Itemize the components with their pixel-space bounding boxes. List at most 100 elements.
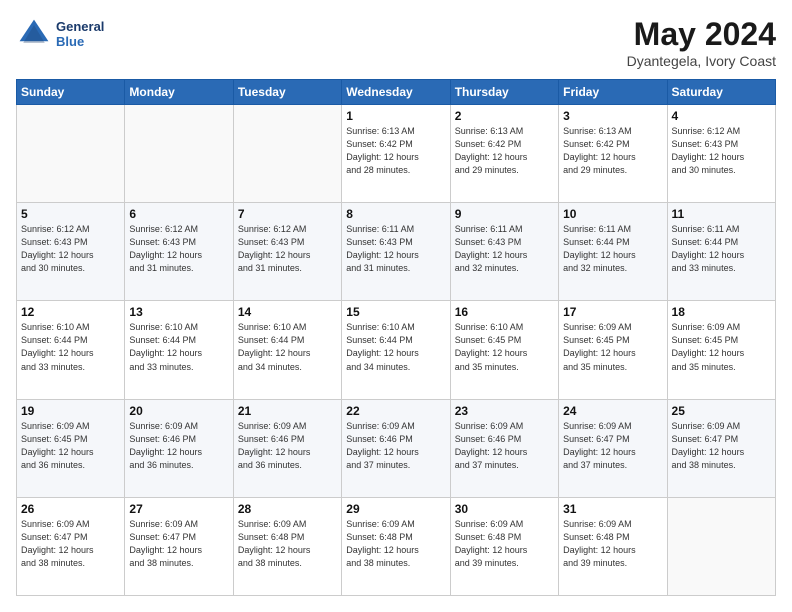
day-info: Sunrise: 6:12 AM Sunset: 6:43 PM Dayligh… <box>238 223 337 275</box>
table-row: 3 Sunrise: 6:13 AM Sunset: 6:42 PM Daylig… <box>559 105 667 203</box>
table-row: 4Sunrise: 6:12 AM Sunset: 6:43 PM Daylig… <box>667 105 775 203</box>
table-row: 22 Sunrise: 6:09 AM Sunset: 6:46 PM Dayli… <box>342 399 450 497</box>
table-row: 14Sunrise: 6:10 AM Sunset: 6:44 PM Dayli… <box>233 301 341 399</box>
day-number: 22 <box>346 404 445 418</box>
day-number: 1 <box>346 109 445 123</box>
day-info: Sunrise: 6:13 AM Sunset: 6:42 PM Dayligh… <box>346 125 445 177</box>
location: Dyantegela, Ivory Coast <box>627 53 776 69</box>
table-row: 31Sunrise: 6:09 AM Sunset: 6:48 PM Dayli… <box>559 497 667 595</box>
day-number: 31 <box>563 502 662 516</box>
day-info: Sunrise: 6:09 AM Sunset: 6:46 PM Dayligh… <box>455 420 554 472</box>
day-info: Sunrise: 6:12 AM Sunset: 6:43 PM Dayligh… <box>129 223 228 275</box>
day-number: 15 <box>346 305 445 319</box>
day-number: 29 <box>346 502 445 516</box>
day-info: Sunrise: 6:09 AM Sunset: 6:47 PM Dayligh… <box>672 420 771 472</box>
day-info: Sunrise: 6:10 AM Sunset: 6:44 PM Dayligh… <box>129 321 228 373</box>
table-row: 7Sunrise: 6:12 AM Sunset: 6:43 PM Daylig… <box>233 203 341 301</box>
day-number: 10 <box>563 207 662 221</box>
calendar-week-row: 19Sunrise: 6:09 AM Sunset: 6:45 PM Dayli… <box>17 399 776 497</box>
day-info: Sunrise: 6:09 AM Sunset: 6:47 PM Dayligh… <box>129 518 228 570</box>
day-info: Sunrise: 6:09 AM Sunset: 6:46 PM Dayligh… <box>129 420 228 472</box>
header: General Blue May 2024 Dyantegela, Ivory … <box>16 16 776 69</box>
calendar-week-row: 1 Sunrise: 6:13 AM Sunset: 6:42 PM Daylig… <box>17 105 776 203</box>
col-tuesday: Tuesday <box>233 80 341 105</box>
day-number: 23 <box>455 404 554 418</box>
day-info: Sunrise: 6:13 AM Sunset: 6:42 PM Dayligh… <box>563 125 662 177</box>
table-row: 5Sunrise: 6:12 AM Sunset: 6:43 PM Daylig… <box>17 203 125 301</box>
table-row <box>233 105 341 203</box>
col-monday: Monday <box>125 80 233 105</box>
day-info: Sunrise: 6:11 AM Sunset: 6:43 PM Dayligh… <box>455 223 554 275</box>
day-info: Sunrise: 6:11 AM Sunset: 6:44 PM Dayligh… <box>672 223 771 275</box>
table-row: 30 Sunrise: 6:09 AM Sunset: 6:48 PM Dayli… <box>450 497 558 595</box>
table-row: 11Sunrise: 6:11 AM Sunset: 6:44 PM Dayli… <box>667 203 775 301</box>
day-number: 3 <box>563 109 662 123</box>
day-info: Sunrise: 6:10 AM Sunset: 6:44 PM Dayligh… <box>21 321 120 373</box>
logo-icon <box>16 16 52 52</box>
table-row: 20Sunrise: 6:09 AM Sunset: 6:46 PM Dayli… <box>125 399 233 497</box>
col-sunday: Sunday <box>17 80 125 105</box>
day-info: Sunrise: 6:09 AM Sunset: 6:47 PM Dayligh… <box>21 518 120 570</box>
day-number: 8 <box>346 207 445 221</box>
day-info: Sunrise: 6:10 AM Sunset: 6:45 PM Dayligh… <box>455 321 554 373</box>
table-row: 1 Sunrise: 6:13 AM Sunset: 6:42 PM Daylig… <box>342 105 450 203</box>
calendar-table: Sunday Monday Tuesday Wednesday Thursday… <box>16 79 776 596</box>
day-info: Sunrise: 6:09 AM Sunset: 6:48 PM Dayligh… <box>455 518 554 570</box>
logo: General Blue <box>16 16 104 52</box>
table-row: 17 Sunrise: 6:09 AM Sunset: 6:45 PM Dayli… <box>559 301 667 399</box>
day-number: 24 <box>563 404 662 418</box>
day-info: Sunrise: 6:11 AM Sunset: 6:44 PM Dayligh… <box>563 223 662 275</box>
calendar-week-row: 26 Sunrise: 6:09 AM Sunset: 6:47 PM Dayli… <box>17 497 776 595</box>
table-row: 21Sunrise: 6:09 AM Sunset: 6:46 PM Dayli… <box>233 399 341 497</box>
day-info: Sunrise: 6:09 AM Sunset: 6:46 PM Dayligh… <box>346 420 445 472</box>
table-row: 16 Sunrise: 6:10 AM Sunset: 6:45 PM Dayli… <box>450 301 558 399</box>
table-row: 27 Sunrise: 6:09 AM Sunset: 6:47 PM Dayli… <box>125 497 233 595</box>
day-number: 2 <box>455 109 554 123</box>
table-row: 25 Sunrise: 6:09 AM Sunset: 6:47 PM Dayli… <box>667 399 775 497</box>
table-row: 12 Sunrise: 6:10 AM Sunset: 6:44 PM Dayli… <box>17 301 125 399</box>
table-row: 23 Sunrise: 6:09 AM Sunset: 6:46 PM Dayli… <box>450 399 558 497</box>
day-number: 18 <box>672 305 771 319</box>
col-thursday: Thursday <box>450 80 558 105</box>
table-row: 26 Sunrise: 6:09 AM Sunset: 6:47 PM Dayli… <box>17 497 125 595</box>
day-info: Sunrise: 6:09 AM Sunset: 6:45 PM Dayligh… <box>563 321 662 373</box>
table-row: 28 Sunrise: 6:09 AM Sunset: 6:48 PM Dayli… <box>233 497 341 595</box>
table-row: 6Sunrise: 6:12 AM Sunset: 6:43 PM Daylig… <box>125 203 233 301</box>
calendar-header-row: Sunday Monday Tuesday Wednesday Thursday… <box>17 80 776 105</box>
day-info: Sunrise: 6:10 AM Sunset: 6:44 PM Dayligh… <box>346 321 445 373</box>
table-row <box>667 497 775 595</box>
day-number: 16 <box>455 305 554 319</box>
day-info: Sunrise: 6:09 AM Sunset: 6:48 PM Dayligh… <box>346 518 445 570</box>
month-year: May 2024 <box>627 16 776 53</box>
logo-text: General Blue <box>56 19 104 49</box>
title-block: May 2024 Dyantegela, Ivory Coast <box>627 16 776 69</box>
day-number: 27 <box>129 502 228 516</box>
day-info: Sunrise: 6:09 AM Sunset: 6:45 PM Dayligh… <box>21 420 120 472</box>
table-row: 2 Sunrise: 6:13 AM Sunset: 6:42 PM Daylig… <box>450 105 558 203</box>
table-row: 8 Sunrise: 6:11 AM Sunset: 6:43 PM Daylig… <box>342 203 450 301</box>
day-info: Sunrise: 6:09 AM Sunset: 6:45 PM Dayligh… <box>672 321 771 373</box>
table-row: 24Sunrise: 6:09 AM Sunset: 6:47 PM Dayli… <box>559 399 667 497</box>
day-info: Sunrise: 6:11 AM Sunset: 6:43 PM Dayligh… <box>346 223 445 275</box>
day-info: Sunrise: 6:09 AM Sunset: 6:48 PM Dayligh… <box>238 518 337 570</box>
col-friday: Friday <box>559 80 667 105</box>
day-info: Sunrise: 6:12 AM Sunset: 6:43 PM Dayligh… <box>21 223 120 275</box>
day-number: 25 <box>672 404 771 418</box>
table-row: 13 Sunrise: 6:10 AM Sunset: 6:44 PM Dayli… <box>125 301 233 399</box>
day-info: Sunrise: 6:12 AM Sunset: 6:43 PM Dayligh… <box>672 125 771 177</box>
table-row: 15 Sunrise: 6:10 AM Sunset: 6:44 PM Dayli… <box>342 301 450 399</box>
day-number: 30 <box>455 502 554 516</box>
day-number: 12 <box>21 305 120 319</box>
table-row: 29 Sunrise: 6:09 AM Sunset: 6:48 PM Dayli… <box>342 497 450 595</box>
table-row <box>125 105 233 203</box>
table-row: 18 Sunrise: 6:09 AM Sunset: 6:45 PM Dayli… <box>667 301 775 399</box>
day-number: 17 <box>563 305 662 319</box>
day-number: 26 <box>21 502 120 516</box>
day-number: 9 <box>455 207 554 221</box>
calendar-week-row: 12 Sunrise: 6:10 AM Sunset: 6:44 PM Dayli… <box>17 301 776 399</box>
day-number: 28 <box>238 502 337 516</box>
day-number: 13 <box>129 305 228 319</box>
col-saturday: Saturday <box>667 80 775 105</box>
day-info: Sunrise: 6:13 AM Sunset: 6:42 PM Dayligh… <box>455 125 554 177</box>
table-row: 10 Sunrise: 6:11 AM Sunset: 6:44 PM Dayli… <box>559 203 667 301</box>
